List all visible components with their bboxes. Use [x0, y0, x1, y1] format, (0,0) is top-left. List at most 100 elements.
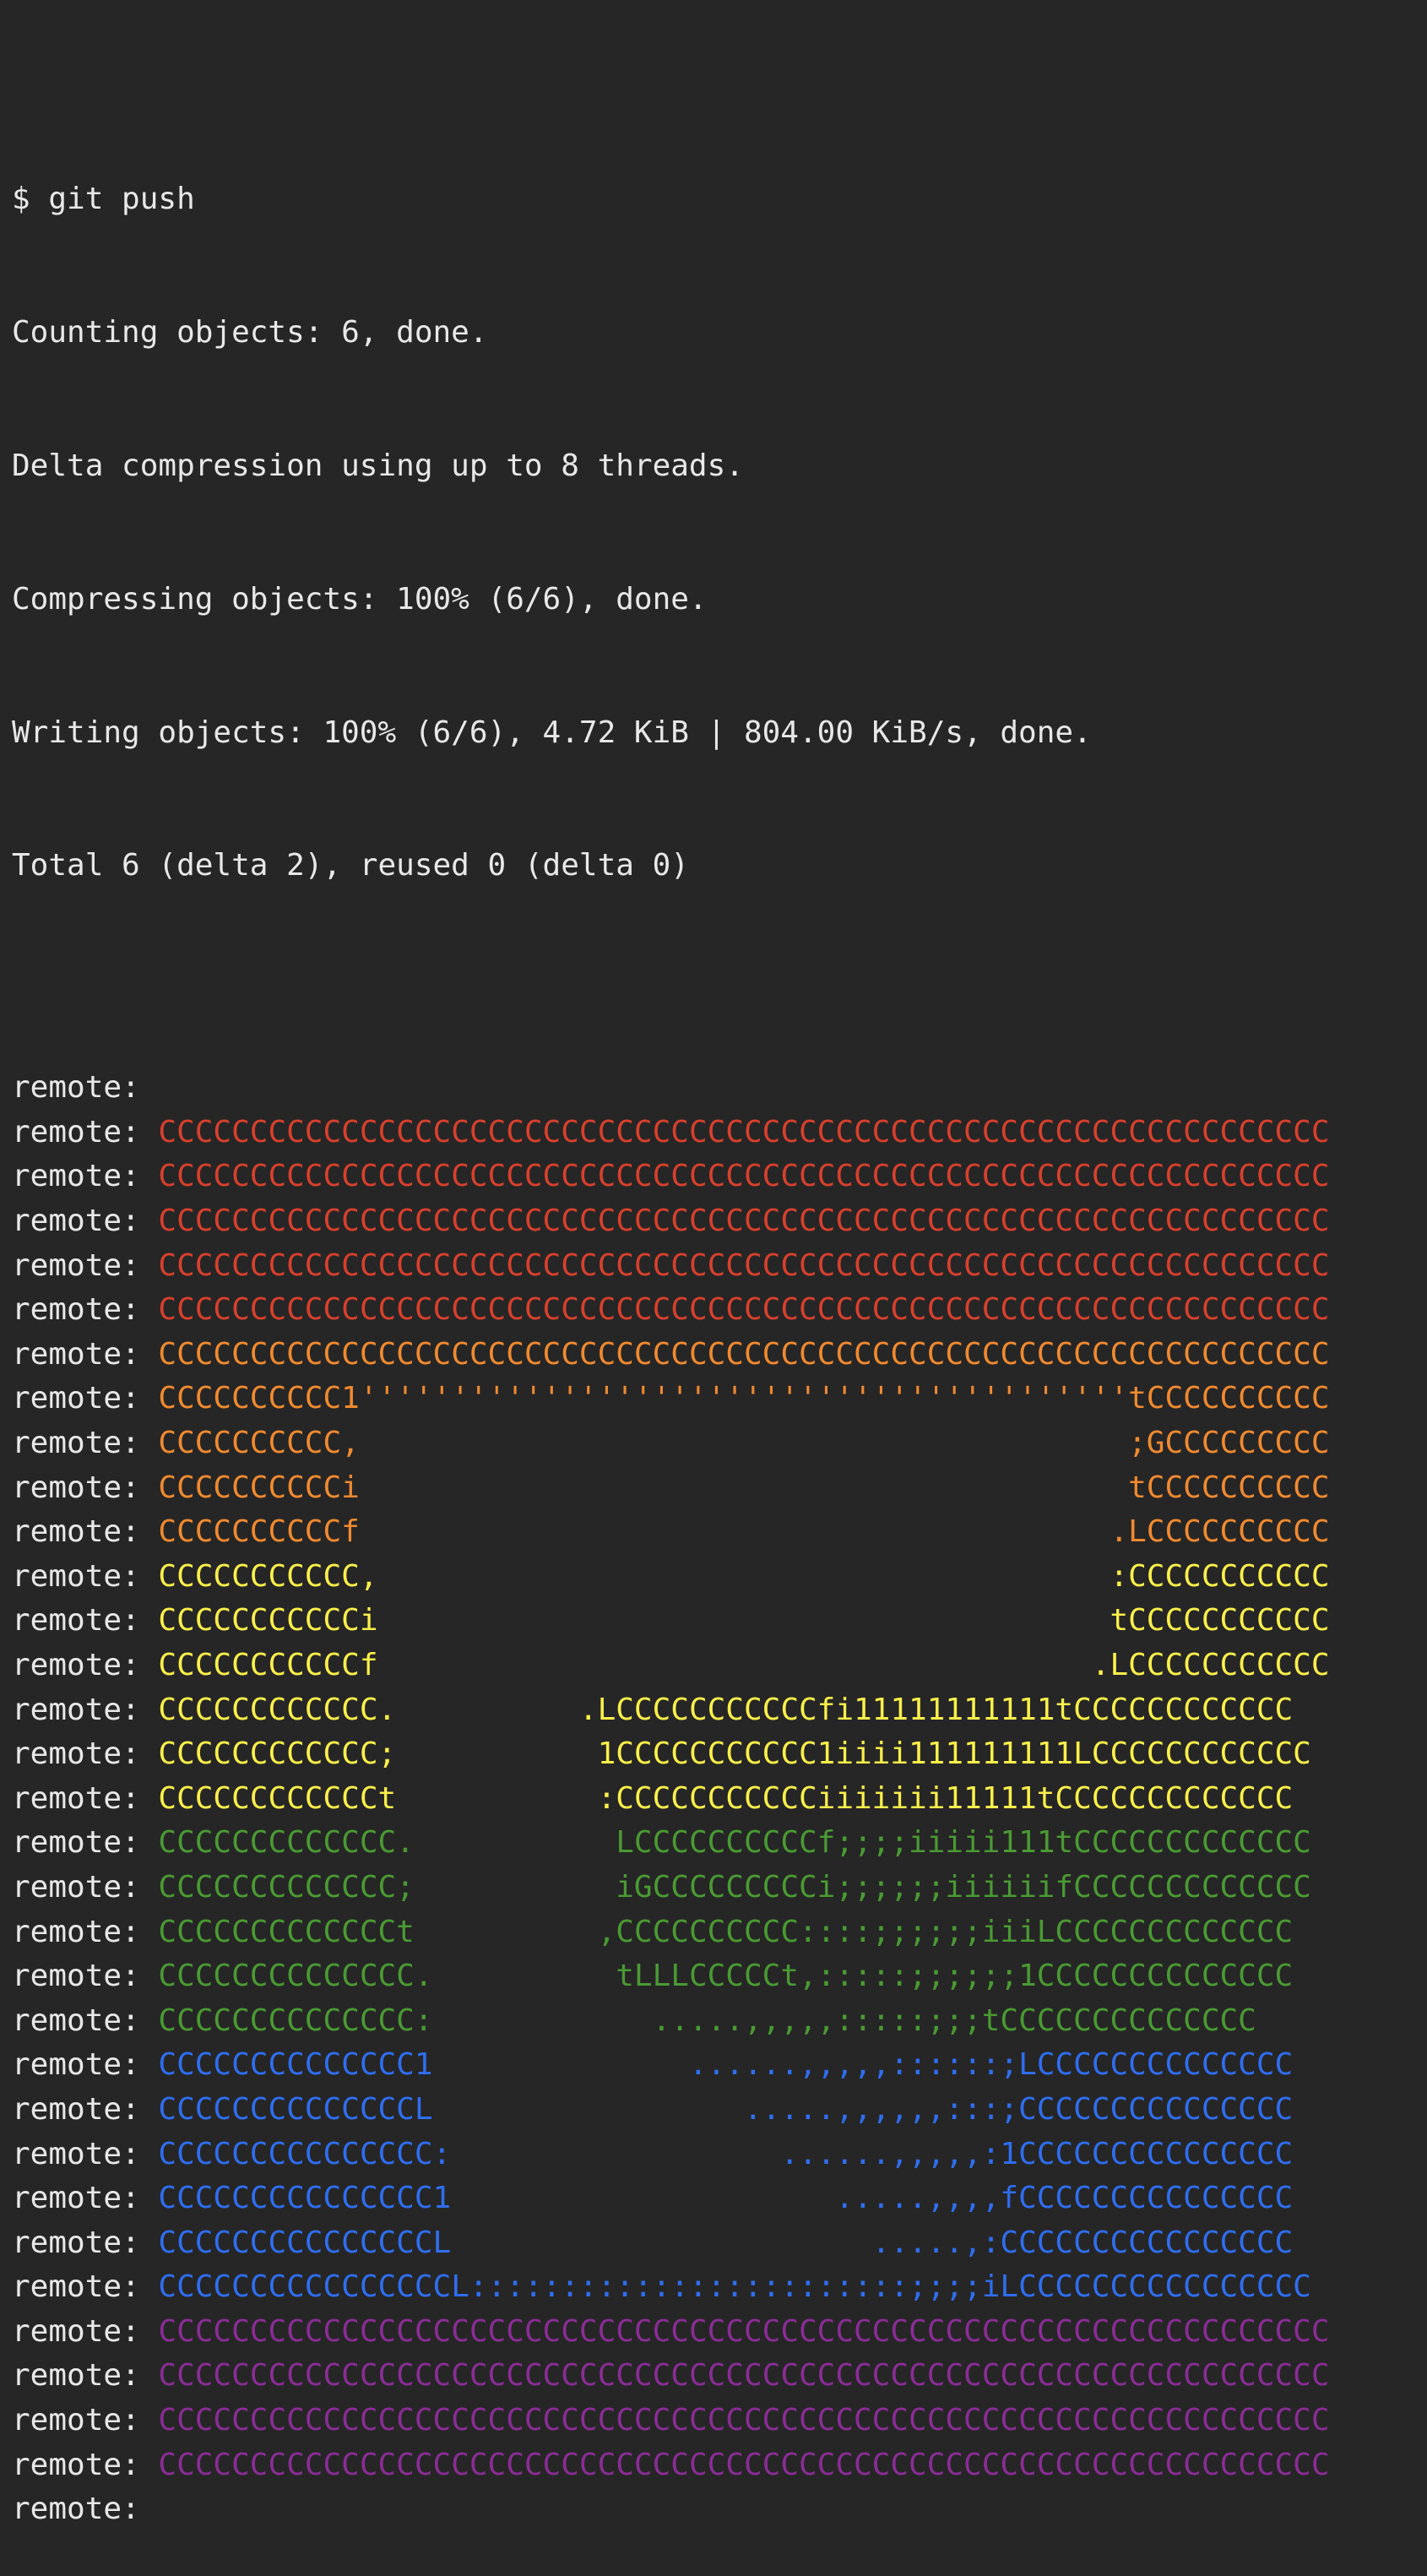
remote-line: remote: CCCCCCCCCCCCCCCCCCCCCCCCCCCCCCCC…	[12, 1244, 1427, 1289]
remote-prefix: remote:	[12, 1336, 140, 1372]
remote-line: remote: CCCCCCCCCCCCCC1 ......,,,,,:::::…	[12, 2043, 1427, 2088]
remote-art-text: CCCCCCCCCCCf .LCCCCCCCCCCC	[158, 1647, 1330, 1682]
remote-line: remote: CCCCCCCCCCC, :CCCCCCCCCCC	[12, 1555, 1427, 1600]
remote-line: remote: CCCCCCCCCCCCCCCCCCCCCCCCCCCCCCCC…	[12, 1288, 1427, 1333]
remote-art-text: CCCCCCCCCCCCCCCCL:::::::::::::::::::::::…	[158, 2269, 1311, 2305]
remote-art-text: CCCCCCCCCCC, :CCCCCCCCCCC	[158, 1558, 1330, 1594]
remote-art-text: CCCCCCCCCCCCCC. tLLLCCCCCt,:::::;;;;;;1C…	[158, 1959, 1294, 1994]
remote-prefix: remote:	[12, 1070, 140, 1106]
remote-art-text: CCCCCCCCCCCCCCCL .....,:CCCCCCCCCCCCCCCC	[158, 2225, 1294, 2260]
remote-line: remote: CCCCCCCCCCCi tCCCCCCCCCCC	[12, 1599, 1427, 1644]
remote-line: remote: CCCCCCCCCCCf .LCCCCCCCCCCC	[12, 1644, 1427, 1688]
remote-line: remote: CCCCCCCCCCCCCCCCCCCCCCCCCCCCCCCC…	[12, 1111, 1427, 1155]
command-line: $ git push	[12, 182, 195, 217]
remote-prefix: remote:	[12, 2447, 140, 2482]
remote-prefix: remote:	[12, 1247, 140, 1283]
remote-prefix: remote:	[12, 1603, 140, 1639]
remote-prefix: remote:	[12, 2091, 140, 2127]
remote-line: remote: CCCCCCCCCCCCCt ,CCCCCCCCCC::::;;…	[12, 1910, 1427, 1955]
remote-line: remote: CCCCCCCCCCCCCCCCCCCCCCCCCCCCCCCC…	[12, 2310, 1427, 2355]
output-line: Total 6 (delta 2), reused 0 (delta 0)	[12, 848, 689, 883]
remote-prefix: remote:	[12, 2403, 140, 2438]
remote-line: remote: CCCCCCCCCCCCt :CCCCCCCCCCCiiiiii…	[12, 1777, 1427, 1822]
remote-line: remote: CCCCCCCCCCCCCCCCL:::::::::::::::…	[12, 2265, 1427, 2310]
remote-prefix: remote:	[12, 1869, 140, 1905]
remote-line: remote: CCCCCCCCCC, ;GCCCCCCCCC	[12, 1421, 1427, 1466]
remote-prefix: remote:	[12, 1914, 140, 1949]
remote-art-text: CCCCCCCCCCCC. .LCCCCCCCCCCCfi11111111111…	[158, 1692, 1294, 1727]
terminal-window[interactable]: $ git push Counting objects: 6, done. De…	[0, 0, 1427, 2526]
remote-prefix: remote:	[12, 1514, 140, 1550]
remote-line: remote: CCCCCCCCCCf .LCCCCCCCCCC	[12, 1510, 1427, 1555]
remote-prefix: remote:	[12, 2003, 140, 2038]
remote-line: remote: CCCCCCCCCCCCCCL .....,,,,,,:::;C…	[12, 2088, 1427, 2133]
remote-prefix: remote:	[12, 2181, 140, 2216]
remote-line: remote: CCCCCCCCCCCCCCC: ......,,,,,:1CC…	[12, 2133, 1427, 2177]
remote-art-text: CCCCCCCCCCCCt :CCCCCCCCCCCiiiiiii11111tC…	[158, 1780, 1294, 1816]
remote-art-text: CCCCCCCCCCCCCCCCCCCCCCCCCCCCCCCCCCCCCCCC…	[158, 1336, 1330, 1372]
remote-art-text: CCCCCCCCCCCCCCCCCCCCCCCCCCCCCCCCCCCCCCCC…	[158, 1247, 1330, 1283]
remote-prefix: remote:	[12, 1780, 140, 1816]
remote-art-text: CCCCCCCCCCCCCC1 ......,,,,,::::::;LCCCCC…	[158, 2047, 1294, 2083]
output-line: Compressing objects: 100% (6/6), done.	[12, 581, 708, 617]
remote-art-text: CCCCCCCCCCCCCt ,CCCCCCCCCC::::;;;;;;iiiL…	[158, 1914, 1294, 1949]
remote-art-text: CCCCCCCCCCCi tCCCCCCCCCCC	[158, 1603, 1330, 1639]
remote-line: remote: CCCCCCCCCCCCCC. tLLLCCCCCt,:::::…	[12, 1954, 1427, 1999]
remote-art-text: CCCCCCCCCCCCCCCCCCCCCCCCCCCCCCCCCCCCCCCC…	[158, 1114, 1330, 1149]
remote-prefix: remote:	[12, 1736, 140, 1772]
remote-prefix: remote:	[12, 1381, 140, 1416]
remote-prefix: remote:	[12, 2225, 140, 2260]
output-line: Counting objects: 6, done.	[12, 315, 488, 351]
remote-art-text: CCCCCCCCCCCC; 1CCCCCCCCCCC1iiii111111111…	[158, 1736, 1311, 1772]
remote-line: remote: CCCCCCCCCCCCCCCCCCCCCCCCCCCCCCCC…	[12, 1155, 1427, 1199]
remote-line: remote: CCCCCCCCCCCCCCCCCCCCCCCCCCCCCCCC…	[12, 2399, 1427, 2443]
remote-prefix: remote:	[12, 2269, 140, 2305]
remote-art-text: CCCCCCCCCCCCCCCCCCCCCCCCCCCCCCCCCCCCCCCC…	[158, 2313, 1330, 2349]
remote-art-text: CCCCCCCCCCf .LCCCCCCCCCC	[158, 1514, 1330, 1550]
remote-art-text: CCCCCCCCCCCCCCCCCCCCCCCCCCCCCCCCCCCCCCCC…	[158, 2358, 1330, 2394]
remote-prefix: remote:	[12, 1426, 140, 1460]
remote-line: remote: CCCCCCCCCCi tCCCCCCCCCC	[12, 1466, 1427, 1511]
remote-line: remote:	[12, 1066, 1427, 1111]
remote-prefix: remote:	[12, 1647, 140, 1682]
remote-art-text: CCCCCCCCCCCCCCCCCCCCCCCCCCCCCCCCCCCCCCCC…	[158, 1204, 1330, 1239]
remote-line: remote: CCCCCCCCCCCCCC: .....,,,,,:::::;…	[12, 1999, 1427, 2044]
remote-prefix: remote:	[12, 2358, 140, 2394]
remote-prefix: remote:	[12, 1470, 140, 1505]
remote-line: remote: CCCCCCCCCCCC; 1CCCCCCCCCCC1iiii1…	[12, 1732, 1427, 1777]
remote-line: remote: CCCCCCCCCC1'''''''''''''''''''''…	[12, 1377, 1427, 1421]
remote-prefix: remote:	[12, 1558, 140, 1594]
remote-prefix: remote:	[12, 1159, 140, 1194]
remote-art-text: CCCCCCCCCCCCCCCCCCCCCCCCCCCCCCCCCCCCCCCC…	[158, 2403, 1330, 2438]
remote-art-text: CCCCCCCCCCCCC; iGCCCCCCCCCi;;;;;;iiiiiif…	[158, 1869, 1311, 1905]
remote-prefix: remote:	[12, 1292, 140, 1328]
output-line: Delta compression using up to 8 threads.	[12, 448, 744, 483]
output-line: Writing objects: 100% (6/6), 4.72 KiB | …	[12, 715, 1092, 750]
remote-prefix: remote:	[12, 2492, 140, 2527]
remote-prefix: remote:	[12, 2047, 140, 2083]
remote-line: remote: CCCCCCCCCCCCCCCL .....,:CCCCCCCC…	[12, 2221, 1427, 2266]
remote-prefix: remote:	[12, 1692, 140, 1727]
remote-art-text: CCCCCCCCCC1'''''''''''''''''''''''''''''…	[158, 1381, 1330, 1416]
remote-line: remote: CCCCCCCCCCCCCCCCCCCCCCCCCCCCCCCC…	[12, 1333, 1427, 1378]
remote-line: remote: CCCCCCCCCCCCCCCCCCCCCCCCCCCCCCCC…	[12, 1199, 1427, 1244]
remote-line: remote: CCCCCCCCCCCCCCCCCCCCCCCCCCCCCCCC…	[12, 2354, 1427, 2399]
remote-line: remote:	[12, 2487, 1427, 2532]
remote-prefix: remote:	[12, 2313, 140, 2349]
remote-art-text: CCCCCCCCCCCCCCCCCCCCCCCCCCCCCCCCCCCCCCCC…	[158, 1159, 1330, 1194]
remote-art-text: CCCCCCCCCC, ;GCCCCCCCCC	[158, 1426, 1330, 1460]
remote-art-text: CCCCCCCCCCCCCCC1 .....,,,,fCCCCCCCCCCCCC…	[158, 2181, 1294, 2216]
remote-line: remote: CCCCCCCCCCCCC. LCCCCCCCCCCf;;;;i…	[12, 1821, 1427, 1866]
remote-art-text: CCCCCCCCCCCCCCCCCCCCCCCCCCCCCCCCCCCCCCCC…	[158, 1292, 1330, 1328]
remote-art-text: CCCCCCCCCCCCCCCCCCCCCCCCCCCCCCCCCCCCCCCC…	[158, 2447, 1330, 2482]
remote-prefix: remote:	[12, 1114, 140, 1149]
remote-prefix: remote:	[12, 1825, 140, 1861]
remote-prefix: remote:	[12, 2136, 140, 2171]
remote-prefix: remote:	[12, 1204, 140, 1239]
remote-line: remote: CCCCCCCCCCCC. .LCCCCCCCCCCCfi111…	[12, 1688, 1427, 1733]
remote-line: remote: CCCCCCCCCCCCCCC1 .....,,,,fCCCCC…	[12, 2177, 1427, 2221]
remote-ascii-art: remote: remote: CCCCCCCCCCCCCCCCCCCCCCCCC…	[12, 1066, 1427, 2532]
remote-line: remote: CCCCCCCCCCCCC; iGCCCCCCCCCi;;;;;…	[12, 1866, 1427, 1910]
remote-art-text: CCCCCCCCCCi tCCCCCCCCCC	[158, 1470, 1330, 1505]
remote-line: remote: CCCCCCCCCCCCCCCCCCCCCCCCCCCCCCCC…	[12, 2443, 1427, 2488]
